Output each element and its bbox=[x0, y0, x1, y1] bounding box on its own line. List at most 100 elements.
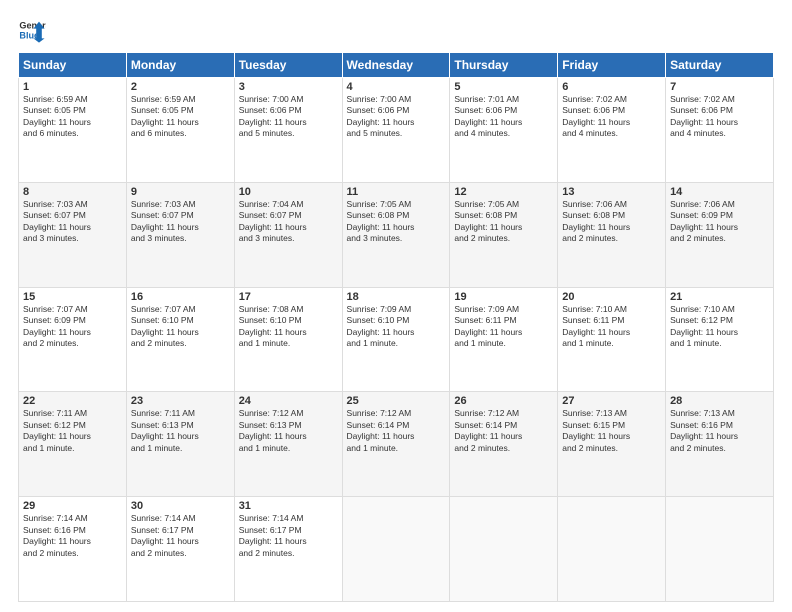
day-number: 12 bbox=[454, 186, 553, 198]
calendar-header-tuesday: Tuesday bbox=[234, 53, 342, 78]
calendar-cell bbox=[342, 497, 450, 602]
calendar-row-1: 8 Sunrise: 7:03 AM Sunset: 6:07 PM Daylig… bbox=[19, 182, 774, 287]
calendar-cell bbox=[558, 497, 666, 602]
calendar-cell: 24Sunrise: 7:12 AM Sunset: 6:13 PM Dayli… bbox=[234, 392, 342, 497]
calendar-cell: 26Sunrise: 7:12 AM Sunset: 6:14 PM Dayli… bbox=[450, 392, 558, 497]
calendar-header-monday: Monday bbox=[126, 53, 234, 78]
day-number: 5 bbox=[454, 81, 553, 93]
cell-content: Sunrise: 7:11 AM Sunset: 6:13 PM Dayligh… bbox=[131, 408, 230, 454]
cell-content: Sunrise: 7:14 AM Sunset: 6:16 PM Dayligh… bbox=[23, 513, 122, 559]
calendar-cell: 6Sunrise: 7:02 AM Sunset: 6:06 PM Daylig… bbox=[558, 78, 666, 183]
calendar-cell: 17Sunrise: 7:08 AM Sunset: 6:10 PM Dayli… bbox=[234, 287, 342, 392]
calendar-cell: 9Sunrise: 7:03 AM Sunset: 6:07 PM Daylig… bbox=[126, 182, 234, 287]
calendar-cell: 13Sunrise: 7:06 AM Sunset: 6:08 PM Dayli… bbox=[558, 182, 666, 287]
logo: General Blue bbox=[18, 16, 46, 44]
calendar-row-4: 29Sunrise: 7:14 AM Sunset: 6:16 PM Dayli… bbox=[19, 497, 774, 602]
day-number: 7 bbox=[670, 81, 769, 93]
day-number: 4 bbox=[347, 81, 446, 93]
calendar-cell: 7Sunrise: 7:02 AM Sunset: 6:06 PM Daylig… bbox=[666, 78, 774, 183]
day-number: 15 bbox=[23, 291, 122, 303]
cell-content: Sunrise: 7:09 AM Sunset: 6:11 PM Dayligh… bbox=[454, 304, 553, 350]
cell-content: Sunrise: 7:08 AM Sunset: 6:10 PM Dayligh… bbox=[239, 304, 338, 350]
day-number: 30 bbox=[131, 500, 230, 512]
cell-content: Sunrise: 7:12 AM Sunset: 6:14 PM Dayligh… bbox=[347, 408, 446, 454]
day-number: 21 bbox=[670, 291, 769, 303]
calendar-cell: 25Sunrise: 7:12 AM Sunset: 6:14 PM Dayli… bbox=[342, 392, 450, 497]
cell-content: Sunrise: 7:14 AM Sunset: 6:17 PM Dayligh… bbox=[239, 513, 338, 559]
day-number: 11 bbox=[347, 186, 446, 198]
calendar-cell: 20Sunrise: 7:10 AM Sunset: 6:11 PM Dayli… bbox=[558, 287, 666, 392]
cell-content: Sunrise: 7:09 AM Sunset: 6:10 PM Dayligh… bbox=[347, 304, 446, 350]
cell-content: Sunrise: 7:02 AM Sunset: 6:06 PM Dayligh… bbox=[562, 94, 661, 140]
day-number: 19 bbox=[454, 291, 553, 303]
calendar-cell: 21Sunrise: 7:10 AM Sunset: 6:12 PM Dayli… bbox=[666, 287, 774, 392]
calendar-row-2: 15Sunrise: 7:07 AM Sunset: 6:09 PM Dayli… bbox=[19, 287, 774, 392]
calendar-cell: 8Sunrise: 7:03 AM Sunset: 6:07 PM Daylig… bbox=[19, 182, 127, 287]
cell-content: Sunrise: 7:10 AM Sunset: 6:12 PM Dayligh… bbox=[670, 304, 769, 350]
day-number: 27 bbox=[562, 395, 661, 407]
calendar-cell: 4Sunrise: 7:00 AM Sunset: 6:06 PM Daylig… bbox=[342, 78, 450, 183]
calendar-cell: 22Sunrise: 7:11 AM Sunset: 6:12 PM Dayli… bbox=[19, 392, 127, 497]
cell-content: Sunrise: 7:03 AM Sunset: 6:07 PM Dayligh… bbox=[131, 199, 230, 245]
calendar-cell: 10Sunrise: 7:04 AM Sunset: 6:07 PM Dayli… bbox=[234, 182, 342, 287]
day-number: 20 bbox=[562, 291, 661, 303]
day-number: 31 bbox=[239, 500, 338, 512]
calendar-cell: 31Sunrise: 7:14 AM Sunset: 6:17 PM Dayli… bbox=[234, 497, 342, 602]
day-number: 26 bbox=[454, 395, 553, 407]
page: General Blue SundayMondayTuesdayWednesda… bbox=[0, 0, 792, 612]
calendar-cell: 29Sunrise: 7:14 AM Sunset: 6:16 PM Dayli… bbox=[19, 497, 127, 602]
day-number: 9 bbox=[131, 186, 230, 198]
calendar-cell bbox=[450, 497, 558, 602]
cell-content: Sunrise: 7:05 AM Sunset: 6:08 PM Dayligh… bbox=[347, 199, 446, 245]
cell-content: Sunrise: 7:06 AM Sunset: 6:09 PM Dayligh… bbox=[670, 199, 769, 245]
cell-content: Sunrise: 7:12 AM Sunset: 6:14 PM Dayligh… bbox=[454, 408, 553, 454]
calendar-cell: 14Sunrise: 7:06 AM Sunset: 6:09 PM Dayli… bbox=[666, 182, 774, 287]
calendar-cell: 2Sunrise: 6:59 AM Sunset: 6:05 PM Daylig… bbox=[126, 78, 234, 183]
day-number: 29 bbox=[23, 500, 122, 512]
cell-content: Sunrise: 7:11 AM Sunset: 6:12 PM Dayligh… bbox=[23, 408, 122, 454]
calendar-cell: 27Sunrise: 7:13 AM Sunset: 6:15 PM Dayli… bbox=[558, 392, 666, 497]
calendar-header-thursday: Thursday bbox=[450, 53, 558, 78]
cell-content: Sunrise: 7:05 AM Sunset: 6:08 PM Dayligh… bbox=[454, 199, 553, 245]
day-number: 18 bbox=[347, 291, 446, 303]
cell-content: Sunrise: 7:12 AM Sunset: 6:13 PM Dayligh… bbox=[239, 408, 338, 454]
cell-content: Sunrise: 7:04 AM Sunset: 6:07 PM Dayligh… bbox=[239, 199, 338, 245]
day-number: 17 bbox=[239, 291, 338, 303]
calendar-cell: 3Sunrise: 7:00 AM Sunset: 6:06 PM Daylig… bbox=[234, 78, 342, 183]
day-number: 23 bbox=[131, 395, 230, 407]
day-number: 14 bbox=[670, 186, 769, 198]
calendar-header-wednesday: Wednesday bbox=[342, 53, 450, 78]
day-number: 24 bbox=[239, 395, 338, 407]
calendar-cell: 30Sunrise: 7:14 AM Sunset: 6:17 PM Dayli… bbox=[126, 497, 234, 602]
calendar-cell: 12Sunrise: 7:05 AM Sunset: 6:08 PM Dayli… bbox=[450, 182, 558, 287]
calendar-table: SundayMondayTuesdayWednesdayThursdayFrid… bbox=[18, 52, 774, 602]
logo-icon: General Blue bbox=[18, 16, 46, 44]
calendar-header-row: SundayMondayTuesdayWednesdayThursdayFrid… bbox=[19, 53, 774, 78]
day-number: 3 bbox=[239, 81, 338, 93]
cell-content: Sunrise: 7:06 AM Sunset: 6:08 PM Dayligh… bbox=[562, 199, 661, 245]
cell-content: Sunrise: 7:07 AM Sunset: 6:09 PM Dayligh… bbox=[23, 304, 122, 350]
cell-content: Sunrise: 7:14 AM Sunset: 6:17 PM Dayligh… bbox=[131, 513, 230, 559]
calendar-cell: 11Sunrise: 7:05 AM Sunset: 6:08 PM Dayli… bbox=[342, 182, 450, 287]
day-number: 25 bbox=[347, 395, 446, 407]
calendar-cell: 19Sunrise: 7:09 AM Sunset: 6:11 PM Dayli… bbox=[450, 287, 558, 392]
cell-content: Sunrise: 7:02 AM Sunset: 6:06 PM Dayligh… bbox=[670, 94, 769, 140]
calendar-cell: 28Sunrise: 7:13 AM Sunset: 6:16 PM Dayli… bbox=[666, 392, 774, 497]
calendar-cell: 18Sunrise: 7:09 AM Sunset: 6:10 PM Dayli… bbox=[342, 287, 450, 392]
day-number: 8 bbox=[23, 186, 122, 198]
cell-content: Sunrise: 7:13 AM Sunset: 6:15 PM Dayligh… bbox=[562, 408, 661, 454]
day-number: 2 bbox=[131, 81, 230, 93]
calendar-cell bbox=[666, 497, 774, 602]
cell-content: Sunrise: 7:01 AM Sunset: 6:06 PM Dayligh… bbox=[454, 94, 553, 140]
cell-content: Sunrise: 7:07 AM Sunset: 6:10 PM Dayligh… bbox=[131, 304, 230, 350]
calendar-header-friday: Friday bbox=[558, 53, 666, 78]
calendar-row-3: 22Sunrise: 7:11 AM Sunset: 6:12 PM Dayli… bbox=[19, 392, 774, 497]
calendar-cell: 23Sunrise: 7:11 AM Sunset: 6:13 PM Dayli… bbox=[126, 392, 234, 497]
calendar-header-sunday: Sunday bbox=[19, 53, 127, 78]
calendar-row-0: 1Sunrise: 6:59 AM Sunset: 6:05 PM Daylig… bbox=[19, 78, 774, 183]
calendar-cell: 1Sunrise: 6:59 AM Sunset: 6:05 PM Daylig… bbox=[19, 78, 127, 183]
calendar-header-saturday: Saturday bbox=[666, 53, 774, 78]
day-number: 22 bbox=[23, 395, 122, 407]
calendar-cell: 5Sunrise: 7:01 AM Sunset: 6:06 PM Daylig… bbox=[450, 78, 558, 183]
day-number: 13 bbox=[562, 186, 661, 198]
